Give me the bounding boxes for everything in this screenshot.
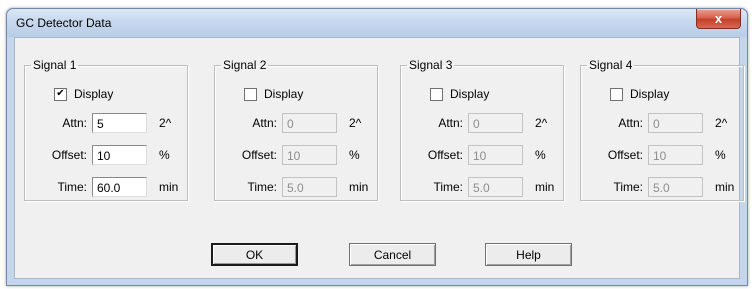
signal-4-legend: Signal 4 (589, 58, 633, 72)
signal-4-offset-label: Offset: (607, 148, 643, 162)
signal-4-offset-unit: % (715, 148, 726, 162)
signal-1-offset-unit: % (159, 148, 170, 162)
signal-2-time-unit: min (349, 180, 369, 194)
signal-4-offset-input: 10 (648, 145, 703, 165)
signal-2-offset-input: 10 (282, 145, 337, 165)
ok-button[interactable]: OK (211, 243, 298, 266)
signal-1-group: Signal 1 ✔ Display Attn: 5 2^ Offset: 10% Time: 6… (24, 58, 188, 201)
signal-2-display-row[interactable]: Display (244, 87, 303, 101)
signal-4-display-checkbox[interactable] (610, 87, 623, 101)
signal-2-attn-input: 0 (282, 113, 337, 133)
signal-4-attn-row: Attn: 0 2^ (581, 113, 727, 133)
signal-1-attn-unit: 2^ (159, 116, 172, 130)
signal-1-time-label: Time: (57, 180, 87, 194)
signal-3-attn-label: Attn: (438, 116, 463, 130)
signal-3-display-label: Display (450, 87, 490, 101)
signal-4-time-label: Time: (613, 180, 643, 194)
signal-1-display-label: Display (74, 87, 114, 101)
signal-4-time-input: 5.0 (648, 177, 703, 197)
signal-4-attn-input: 0 (648, 113, 703, 133)
signal-2-time-row: Time: 5.0 min (215, 177, 368, 197)
signal-4-display-label: Display (630, 87, 670, 101)
signal-2-legend: Signal 2 (223, 58, 267, 72)
signal-4-display-row[interactable]: Display (610, 87, 669, 101)
signal-3-offset-input: 10 (468, 145, 523, 165)
signal-4-group: Signal 4 Display Attn: 0 2^ Offset: 10% Time: 5.… (580, 58, 744, 201)
close-icon: x (714, 11, 723, 26)
signal-2-time-label: Time: (247, 180, 277, 194)
signal-3-display-checkbox[interactable] (430, 87, 443, 101)
signal-4-time-row: Time: 5.0 min (581, 177, 734, 197)
signal-3-group: Signal 3 Display Attn: 0 2^ Offset: 10% Time: 5.… (400, 58, 564, 201)
signal-3-time-row: Time: 5.0 min (401, 177, 554, 197)
signal-3-attn-unit: 2^ (535, 116, 548, 130)
signal-3-display-row[interactable]: Display (430, 87, 489, 101)
cancel-button[interactable]: Cancel (349, 243, 436, 266)
signal-2-attn-unit: 2^ (349, 116, 362, 130)
signal-3-time-label: Time: (433, 180, 463, 194)
signal-2-time-input: 5.0 (282, 177, 337, 197)
signal-2-offset-label: Offset: (241, 148, 277, 162)
signal-4-offset-row: Offset: 10% (581, 145, 726, 165)
signal-1-attn-label: Attn: (62, 116, 87, 130)
signal-2-offset-row: Offset: 10% (215, 145, 360, 165)
signal-4-attn-label: Attn: (618, 116, 643, 130)
signal-2-attn-label: Attn: (252, 116, 277, 130)
signal-1-offset-label: Offset: (51, 148, 87, 162)
close-button[interactable]: x (696, 9, 741, 29)
dialog-body: Signal 1 ✔ Display Attn: 5 2^ Offset: 10% Time: 6… (14, 37, 744, 279)
signal-3-offset-row: Offset: 10% (401, 145, 546, 165)
signal-3-attn-input: 0 (468, 113, 523, 133)
signal-1-time-row: Time: 60.0 min (25, 177, 178, 197)
signal-3-offset-label: Offset: (427, 148, 463, 162)
checkmark-icon: ✔ (56, 88, 65, 99)
signal-4-time-unit: min (715, 180, 735, 194)
title-bar[interactable]: GC Detector Data x (7, 9, 747, 37)
signal-3-time-input: 5.0 (468, 177, 523, 197)
dialog-window: GC Detector Data x Signal 1 ✔ Display Attn:… (6, 8, 748, 286)
signal-1-time-input[interactable]: 60.0 (92, 177, 147, 197)
signal-2-display-checkbox[interactable] (244, 87, 257, 101)
signal-1-attn-input[interactable]: 5 (92, 113, 147, 133)
dialog-title: GC Detector Data (16, 16, 112, 30)
signal-1-legend: Signal 1 (33, 58, 77, 72)
signal-1-display-checkbox[interactable]: ✔ (54, 87, 67, 101)
signal-2-attn-row: Attn: 0 2^ (215, 113, 361, 133)
signal-4-attn-unit: 2^ (715, 116, 728, 130)
help-button[interactable]: Help (485, 243, 572, 266)
signal-1-offset-input[interactable]: 10 (92, 145, 147, 165)
signal-3-time-unit: min (535, 180, 555, 194)
signal-1-time-unit: min (159, 180, 179, 194)
signal-2-offset-unit: % (349, 148, 360, 162)
signal-3-legend: Signal 3 (409, 58, 453, 72)
signal-1-display-row[interactable]: ✔ Display (54, 87, 113, 101)
signal-2-group: Signal 2 Display Attn: 0 2^ Offset: 10% Time: 5.… (214, 58, 378, 201)
signal-1-attn-row: Attn: 5 2^ (25, 113, 171, 133)
signal-3-offset-unit: % (535, 148, 546, 162)
signal-2-display-label: Display (264, 87, 304, 101)
signal-3-attn-row: Attn: 0 2^ (401, 113, 547, 133)
signal-1-offset-row: Offset: 10% (25, 145, 170, 165)
